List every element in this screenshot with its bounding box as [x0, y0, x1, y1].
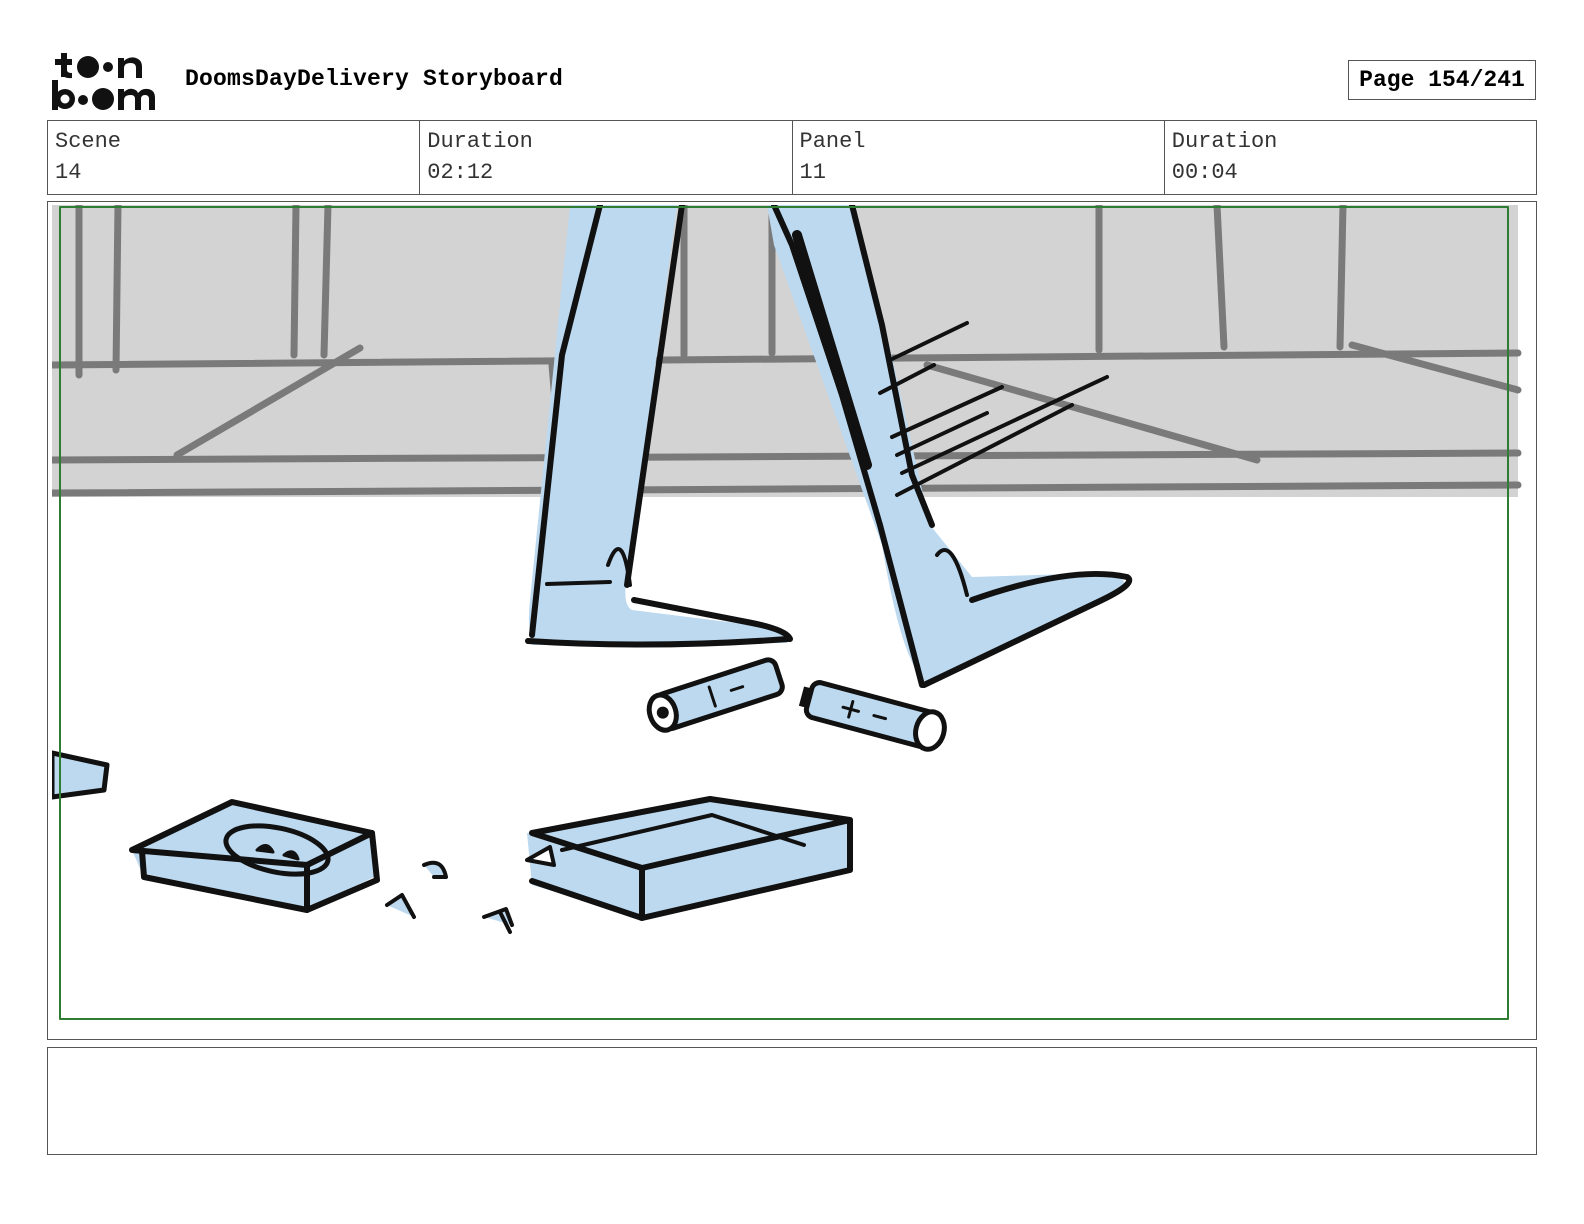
panel-cell: Panel 11: [793, 121, 1165, 194]
scene-duration-label: Duration: [427, 129, 533, 154]
scene-duration-value: 02:12: [427, 160, 494, 185]
page-number: Page 154/241: [1348, 60, 1536, 100]
panel-info-table: Scene 14 Duration 02:12 Panel 11 Duratio…: [47, 120, 1537, 195]
scene-value: 14: [55, 160, 82, 185]
document-title: DoomsDayDelivery Storyboard: [185, 66, 564, 92]
scene-label: Scene: [55, 129, 122, 154]
floor-background: [52, 497, 1518, 1035]
panel-value: 11: [799, 160, 826, 185]
panel-duration-label: Duration: [1171, 129, 1278, 154]
panel-notes: [47, 1047, 1537, 1155]
panel-duration-value: 00:04: [1171, 160, 1238, 185]
toonboom-logo: [52, 53, 155, 110]
panel-label: Panel: [799, 129, 866, 154]
scene-duration-cell: Duration 02:12: [420, 121, 793, 194]
panel-duration-cell: Duration 00:04: [1165, 121, 1536, 194]
storyboard-panel-image: [52, 205, 1522, 1035]
scene-cell: Scene 14: [48, 121, 421, 194]
